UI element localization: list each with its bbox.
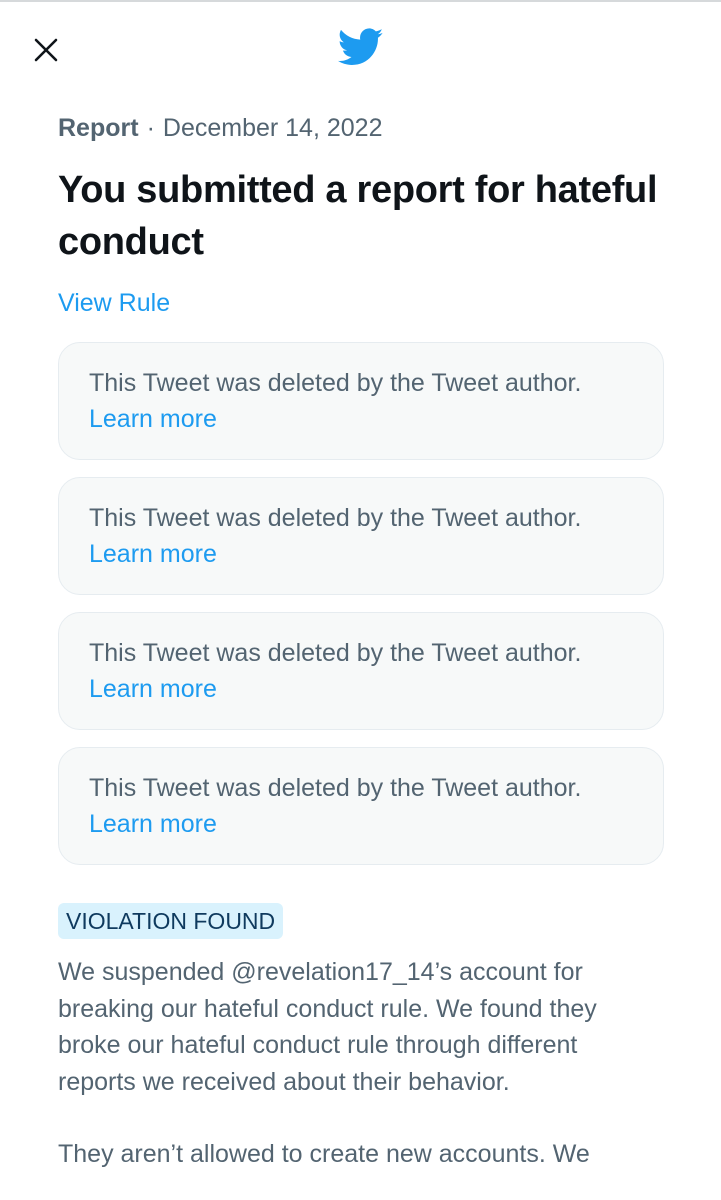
close-button[interactable] [28, 32, 64, 68]
top-divider [0, 0, 721, 2]
deleted-tweet-message: This Tweet was deleted by the Tweet auth… [89, 504, 582, 532]
report-meta: Report · December 14, 2022 [58, 108, 664, 148]
learn-more-link[interactable]: Learn more [89, 806, 217, 842]
deleted-tweet-card: This Tweet was deleted by the Tweet auth… [58, 342, 664, 460]
page-title: You submitted a report for hateful condu… [58, 169, 658, 263]
status-badge: VIOLATION FOUND [58, 903, 284, 939]
learn-more-link[interactable]: Learn more [89, 536, 217, 572]
report-date: December 14, 2022 [162, 114, 383, 142]
learn-more-link[interactable]: Learn more [89, 671, 217, 707]
deleted-tweet-card: This Tweet was deleted by the Tweet auth… [58, 477, 664, 595]
twitter-bird-logo [338, 28, 384, 65]
report-kind: Report [58, 114, 139, 142]
deleted-tweet-message: This Tweet was deleted by the Tweet auth… [89, 639, 582, 667]
deleted-tweet-message: This Tweet was deleted by the Tweet auth… [89, 774, 582, 802]
deleted-tweet-list: This Tweet was deleted by the Tweet auth… [58, 342, 664, 865]
deleted-tweet-card: This Tweet was deleted by the Tweet auth… [58, 612, 664, 730]
outcome-paragraph: We suspended @revelation17_14’s account … [58, 958, 597, 1096]
deleted-tweet-card: This Tweet was deleted by the Tweet auth… [58, 747, 664, 865]
deleted-tweet-message: This Tweet was deleted by the Tweet auth… [89, 369, 582, 397]
outcome-paragraph-continued: They aren’t allowed to create new accoun… [58, 1140, 590, 1168]
close-icon [34, 38, 58, 62]
report-detail: Report · December 14, 2022 You submitted a… [58, 108, 664, 1173]
learn-more-link[interactable]: Learn more [89, 401, 217, 437]
meta-separator: · [146, 114, 155, 142]
view-rule-link[interactable]: View Rule [58, 286, 170, 320]
